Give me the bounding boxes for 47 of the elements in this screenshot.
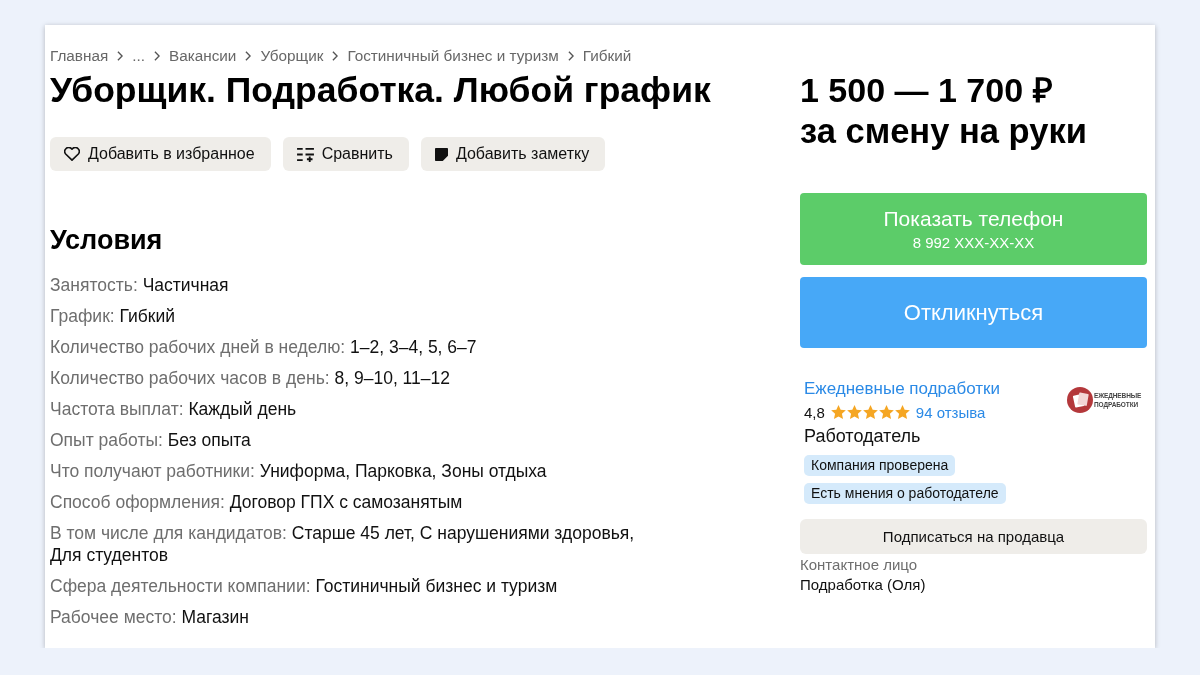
breadcrumb-link[interactable]: Гибкий: [582, 47, 632, 65]
breadcrumb-link[interactable]: Вакансии: [169, 47, 237, 65]
list-plus-icon: [296, 146, 314, 162]
note-icon: [434, 147, 448, 161]
breadcrumb-link[interactable]: Главная: [50, 47, 109, 65]
salary-amount: 1 500 — 1 700 ₽: [800, 70, 1054, 111]
condition-text: Количество рабочих часов в день: 8, 9–10, 11–12: [50, 367, 451, 389]
heart-icon: [64, 147, 80, 161]
subscribe-button[interactable]: Подписаться на продавца: [800, 519, 1147, 554]
star-icon: [878, 405, 894, 419]
star-icon: [846, 405, 862, 419]
breadcrumb-link[interactable]: Гостиничный бизнес и туризм: [347, 47, 559, 65]
condition-text: Сфера деятельности компании: Гостиничный бизнес и туризм: [50, 575, 559, 597]
section-heading: Условия: [50, 225, 164, 255]
breadcrumb-link[interactable]: ...: [132, 47, 145, 65]
rating-value: 4,8: [804, 403, 825, 421]
favorite-button[interactable]: Добавить в избранное: [50, 137, 271, 171]
note-button[interactable]: Добавить заметку: [420, 137, 606, 171]
condition-text: Занятость: Частичная: [50, 274, 230, 296]
condition-text: Частота выплат: Каждый день: [50, 398, 298, 420]
info-badge: Есть мнения о работодателе: [804, 483, 1006, 504]
reviews-link[interactable]: 94 отзыва: [915, 403, 986, 421]
chevron-icon: [332, 51, 339, 61]
breadcrumb-link[interactable]: Уборщик: [260, 47, 324, 65]
condition-text: Способ оформления: Договор ГПХ с самозанятым: [50, 491, 464, 513]
star-icon: [830, 405, 846, 419]
condition-text: В том числе для кандидатов: Старше 45 лет, С нарушениями здоровья, Для студентов: [50, 522, 636, 566]
condition-text: Что получают работники: Униформа, Парковка, Зоны отдыха: [50, 460, 548, 482]
star-icon: [894, 405, 910, 419]
compare-button[interactable]: Сравнить: [282, 137, 409, 171]
contact-label: Контактное лицо: [800, 556, 919, 574]
star-icon: [862, 405, 878, 419]
chevron-icon: [154, 51, 160, 61]
contact-name: Подработка (Оля): [800, 576, 927, 594]
condition-text: Количество рабочих дней в неделю: 1–2, 3–4, 5, 6–7: [50, 336, 478, 358]
condition-text: Опыт работы: Без опыта: [50, 429, 252, 451]
employer-role: Работодатель: [803, 425, 922, 447]
logo-icon: [1067, 387, 1093, 413]
condition-text: График: Гибкий: [50, 305, 177, 327]
job-title: Уборщик. Подработка. Любой график: [50, 70, 712, 110]
chevron-icon: [117, 51, 124, 61]
chevron-icon: [245, 51, 252, 61]
info-badge: Компания проверена: [804, 455, 956, 476]
company-link[interactable]: Ежедневные подработки: [804, 379, 1001, 399]
salary-period: за смену на руки: [800, 111, 1088, 152]
chevron-icon: [567, 51, 574, 61]
condition-text: Рабочее место: Магазин: [50, 606, 250, 628]
